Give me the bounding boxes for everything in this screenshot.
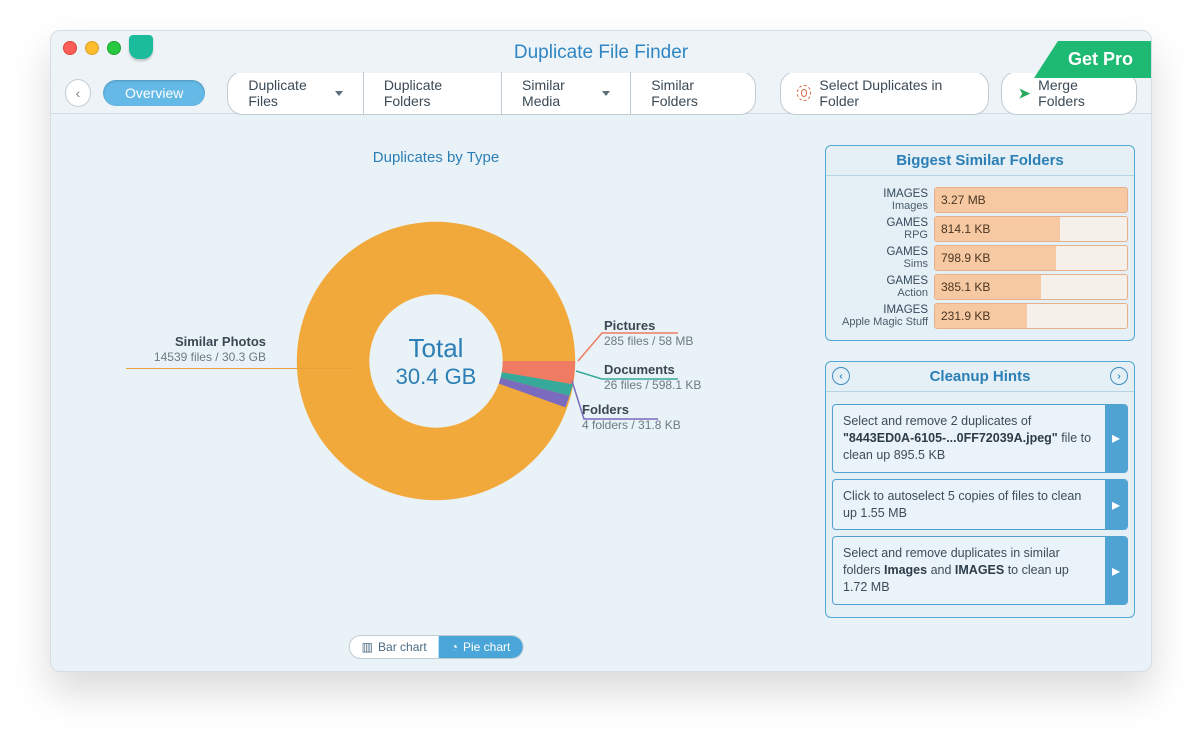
bsf-value: 231.9 KB	[941, 304, 990, 328]
chevron-left-icon: ‹	[76, 85, 81, 101]
bar-chart-toggle[interactable]: ▥ Bar chart	[350, 636, 439, 658]
bsf-label: IMAGESApple Magic Stuff	[832, 304, 928, 329]
seg-label: Duplicate Folders	[384, 77, 481, 109]
panel-body: IMAGESImages3.27 MBGAMESRPG814.1 KBGAMES…	[826, 176, 1134, 340]
btn-label: Merge Folders	[1038, 77, 1120, 109]
seg-label: Duplicate Files	[248, 77, 328, 109]
bsf-bar: 231.9 KB	[934, 303, 1128, 329]
hint-action-button[interactable]: ▸	[1105, 537, 1127, 604]
bsf-row[interactable]: GAMESSims 798.9 KB	[832, 245, 1128, 271]
chart-type-toggle: ▥ Bar chart ◔ Pie chart	[349, 635, 524, 659]
pie-chart-icon: ◔	[451, 640, 458, 654]
seg-similar-media[interactable]: Similar Media 30 GB	[501, 72, 630, 114]
callout-pictures: Pictures 285 files / 58 MB	[604, 318, 693, 348]
duplicates-pane: Duplicates by Type Total 30.4 GB Similar…	[51, 131, 821, 671]
bsf-value: 814.1 KB	[941, 217, 990, 241]
seg-similar-folders[interactable]: Similar Folders 5.7 MB	[630, 72, 754, 114]
bsf-bar: 3.27 MB	[934, 187, 1128, 213]
cleanup-hints-panel: ‹ Cleanup Hints › Select and remove 2 du…	[825, 361, 1135, 618]
biggest-similar-panel: Biggest Similar Folders IMAGESImages 3.27…	[825, 145, 1135, 341]
cleanup-hint[interactable]: Click to autoselect 5 copies of files to…	[832, 479, 1128, 531]
toggle-label: Bar chart	[378, 640, 427, 654]
titlebar: Duplicate File Finder Get Pro	[51, 41, 1151, 73]
panel-body: Select and remove 2 duplicates of "8443E…	[826, 392, 1134, 617]
panel-header: ‹ Cleanup Hints ›	[826, 362, 1134, 392]
window-controls	[63, 41, 121, 55]
seg-label: Similar Folders	[651, 77, 734, 109]
window-title: Duplicate File Finder	[514, 42, 688, 63]
bar-chart-icon: ▥	[362, 640, 373, 654]
toolbar: ‹ Overview Duplicate Files 59 MB Duplica…	[51, 73, 1151, 114]
seg-label: Similar Media	[522, 77, 596, 109]
get-pro-button[interactable]: Get Pro	[1034, 41, 1152, 78]
bsf-value: 3.27 MB	[941, 188, 986, 212]
hint-text: Select and remove 2 duplicates of "8443E…	[833, 405, 1105, 472]
bsf-label: GAMESAction	[832, 275, 928, 300]
merge-icon: ➤	[1018, 85, 1030, 102]
bsf-value: 385.1 KB	[941, 275, 990, 299]
callout-detail: 26 files / 598.1 KB	[604, 378, 701, 392]
titlebar-spacer	[51, 31, 1151, 41]
callout-title: Pictures	[604, 318, 655, 333]
panel-header: Biggest Similar Folders	[826, 146, 1134, 176]
minimize-icon[interactable]	[85, 41, 99, 55]
callout-folders: Folders 4 folders / 31.8 KB	[582, 402, 681, 432]
chevron-down-icon	[335, 91, 343, 96]
bsf-row[interactable]: IMAGESImages 3.27 MB	[832, 187, 1128, 213]
zoom-icon[interactable]	[107, 41, 121, 55]
content-area: Duplicates by Type Total 30.4 GB Similar…	[51, 131, 1151, 671]
category-segments: Duplicate Files 59 MB Duplicate Folders …	[227, 71, 755, 115]
hint-text: Click to autoselect 5 copies of files to…	[833, 480, 1105, 530]
chevron-down-icon	[602, 91, 610, 96]
next-hint-button[interactable]: ›	[1110, 367, 1128, 385]
panel-title: Cleanup Hints	[930, 368, 1031, 385]
callout-title: Documents	[604, 362, 675, 377]
bsf-bar: 798.9 KB	[934, 245, 1128, 271]
back-button[interactable]: ‹	[65, 79, 91, 107]
app-icon	[129, 35, 153, 59]
callout-similar-photos: Similar Photos 14539 files / 30.3 GB	[126, 334, 266, 364]
bsf-bar: 814.1 KB	[934, 216, 1128, 242]
bsf-label: GAMESSims	[832, 246, 928, 271]
bsf-row[interactable]: GAMESRPG 814.1 KB	[832, 216, 1128, 242]
bsf-value: 798.9 KB	[941, 246, 990, 270]
overview-tab[interactable]: Overview	[103, 80, 205, 106]
donut-chart: Total 30.4 GB Similar Photos 14539 files…	[126, 216, 746, 536]
app-window: Duplicate File Finder Get Pro ‹ Overview…	[50, 30, 1152, 672]
seg-duplicate-files[interactable]: Duplicate Files 59 MB	[228, 72, 362, 114]
bsf-label: IMAGESImages	[832, 188, 928, 213]
cleanup-hint[interactable]: Select and remove 2 duplicates of "8443E…	[832, 404, 1128, 473]
hint-action-button[interactable]: ▸	[1105, 405, 1127, 472]
callout-detail: 14539 files / 30.3 GB	[154, 350, 266, 364]
hint-text: Select and remove duplicates in similar …	[833, 537, 1105, 604]
toggle-label: Pie chart	[463, 640, 510, 654]
select-duplicates-button[interactable]: Select Duplicates in Folder	[780, 71, 990, 115]
close-icon[interactable]	[63, 41, 77, 55]
callout-detail: 4 folders / 31.8 KB	[582, 418, 681, 432]
bsf-row[interactable]: GAMESAction 385.1 KB	[832, 274, 1128, 300]
target-icon	[797, 85, 812, 101]
bsf-bar: 385.1 KB	[934, 274, 1128, 300]
callout-detail: 285 files / 58 MB	[604, 334, 693, 348]
section-title: Duplicates by Type	[51, 149, 821, 166]
callout-line	[126, 368, 354, 369]
bsf-row[interactable]: IMAGESApple Magic Stuff 231.9 KB	[832, 303, 1128, 329]
hint-action-button[interactable]: ▸	[1105, 480, 1127, 530]
pie-chart-toggle[interactable]: ◔ Pie chart	[439, 636, 523, 658]
cleanup-hint[interactable]: Select and remove duplicates in similar …	[832, 536, 1128, 605]
sidebar-right: Biggest Similar Folders IMAGESImages 3.27…	[821, 131, 1151, 671]
seg-duplicate-folders[interactable]: Duplicate Folders 432 KB	[363, 72, 501, 114]
prev-hint-button[interactable]: ‹	[832, 367, 850, 385]
callout-title: Folders	[582, 402, 629, 417]
callout-documents: Documents 26 files / 598.1 KB	[604, 362, 701, 392]
callout-title: Similar Photos	[175, 334, 266, 349]
bsf-label: GAMESRPG	[832, 217, 928, 242]
btn-label: Select Duplicates in Folder	[819, 77, 972, 109]
panel-title: Biggest Similar Folders	[896, 152, 1064, 169]
donut-svg	[291, 216, 581, 506]
